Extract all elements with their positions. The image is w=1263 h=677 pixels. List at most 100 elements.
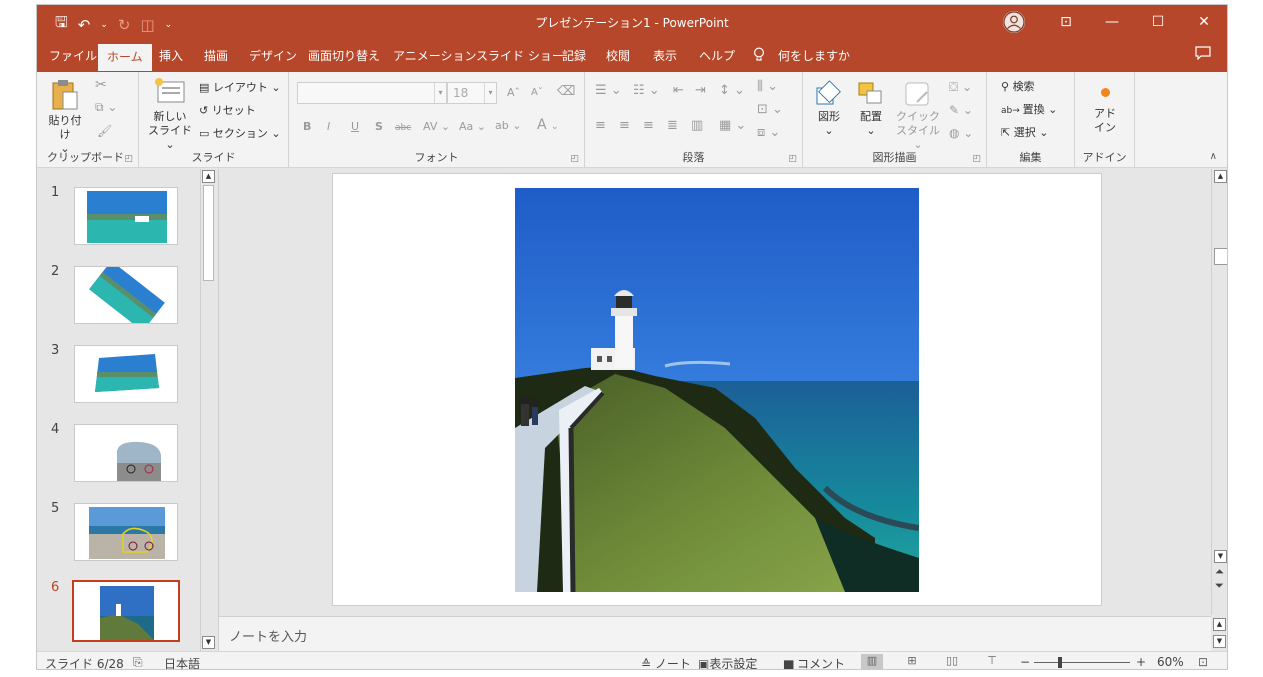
display-settings-button[interactable]: ▣表示設定 (698, 655, 757, 669)
tab-help[interactable]: ヘルプ (699, 47, 735, 64)
reading-view-icon[interactable]: ▯▯ (941, 654, 963, 669)
tab-animations[interactable]: アニメーション (393, 47, 477, 64)
font-color-button[interactable]: A ⌄ (537, 118, 559, 134)
tab-transitions[interactable]: 画面切り替え (308, 47, 380, 64)
cut-icon[interactable]: ✂ (95, 78, 107, 92)
slide-thumbnail[interactable]: 3 (37, 343, 219, 409)
numbering-icon[interactable]: ☷ ⌄ (633, 84, 660, 98)
bold-button[interactable]: B (303, 120, 311, 134)
accessibility-icon[interactable]: ⎘ (133, 655, 143, 669)
line-spacing-icon[interactable]: ↕ ⌄ (719, 84, 745, 98)
slide-thumbnail[interactable]: 5 (37, 501, 219, 567)
justify-icon[interactable]: ≣ (667, 119, 678, 133)
new-slide-button[interactable]: 新しい スライド ⌄ (145, 78, 195, 152)
scroll-up-icon[interactable]: ▲ (1214, 170, 1227, 183)
font-size-input[interactable]: 18 ▾ (447, 82, 497, 104)
scroll-down-icon[interactable]: ▼ (202, 636, 215, 649)
underline-button[interactable]: U (351, 120, 359, 134)
notes-button[interactable]: ≙ ノート (641, 655, 691, 669)
lightbulb-icon[interactable] (753, 47, 765, 65)
distributed-icon[interactable]: ▥ (691, 119, 703, 133)
italic-button[interactable]: I (327, 120, 330, 134)
shapes-button[interactable]: 図形 ⌄ (811, 80, 847, 138)
tab-design[interactable]: デザイン (249, 47, 297, 64)
undo-icon[interactable]: ↶ (78, 16, 91, 34)
find-button[interactable]: ⚲ 検索 (1001, 80, 1035, 94)
arrange-button[interactable]: 配置 ⌄ (853, 80, 889, 138)
undo-dropdown-icon[interactable]: ⌄ (100, 20, 108, 30)
slide-thumbnail[interactable]: 2 (37, 264, 219, 330)
dialog-launcher-icon[interactable]: ◰ (788, 154, 797, 164)
section-button[interactable]: ▭ セクション ⌄ (199, 127, 281, 141)
smartart-icon[interactable]: ⧈ ⌄ (757, 126, 780, 140)
reset-button[interactable]: ↺ リセット (199, 104, 256, 118)
tab-file[interactable]: ファイル (49, 47, 97, 64)
thumbnail-scrollbar[interactable]: ▲ ▼ (200, 169, 215, 651)
font-name-input[interactable]: ▾ (297, 82, 447, 104)
slide-counter[interactable]: スライド 6/28 (45, 655, 124, 669)
lighthouse-photo[interactable] (515, 188, 919, 592)
language-indicator[interactable]: 日本語 (164, 655, 200, 669)
shape-outline-icon[interactable]: ✎ ⌄ (949, 103, 973, 117)
ribbon-display-options-icon[interactable]: ⊡ (1043, 14, 1089, 30)
zoom-level[interactable]: 60% (1157, 655, 1184, 669)
tell-me-search[interactable]: 何をしますか (778, 47, 850, 64)
character-spacing-button[interactable]: AV ⌄ (423, 120, 450, 134)
copy-icon[interactable]: ⧉ ⌄ (95, 100, 117, 114)
tab-home[interactable]: ホーム (98, 44, 152, 71)
dialog-launcher-icon[interactable]: ◰ (570, 154, 579, 164)
align-left-icon[interactable]: ≡ (595, 119, 606, 133)
redo-icon[interactable]: ↻ (118, 16, 131, 34)
shape-effects-icon[interactable]: ◍ ⌄ (949, 126, 973, 140)
collapse-ribbon-icon[interactable]: ∧ (1210, 150, 1217, 164)
comments-pane-icon[interactable] (1195, 46, 1211, 64)
slide-thumbnail[interactable]: 4 (37, 422, 219, 488)
scrollbar-thumb[interactable] (203, 185, 214, 281)
scrollbar-thumb[interactable] (1214, 248, 1227, 265)
zoom-slider[interactable] (1034, 662, 1130, 663)
slide-thumbnail[interactable]: 1 (37, 185, 219, 251)
slide-sorter-icon[interactable]: ⊞ (901, 654, 923, 669)
align-center-icon[interactable]: ≡ (619, 119, 630, 133)
scroll-down-icon[interactable]: ▼ (1214, 550, 1227, 563)
scroll-down-icon[interactable]: ▼ (1213, 635, 1226, 648)
tab-record[interactable]: 記録 (562, 47, 586, 64)
fit-to-window-icon[interactable]: ⊡ (1198, 655, 1208, 669)
zoom-out-button[interactable]: − (1020, 655, 1030, 669)
normal-view-icon[interactable]: ▥ (861, 654, 883, 669)
comments-button[interactable]: ▆ コメント (784, 655, 845, 669)
shadow-button[interactable]: S (375, 120, 383, 134)
change-case-button[interactable]: Aa ⌄ (459, 120, 486, 134)
format-painter-icon[interactable]: 🖌 (97, 124, 112, 138)
zoom-slider-thumb[interactable] (1058, 657, 1062, 668)
bullets-icon[interactable]: ☰ ⌄ (595, 84, 622, 98)
chevron-down-icon[interactable]: ▾ (434, 83, 446, 103)
tab-review[interactable]: 校閲 (606, 47, 630, 64)
columns-icon[interactable]: ▦ ⌄ (719, 119, 746, 133)
quick-styles-button[interactable]: クイック スタイル ⌄ (895, 80, 941, 152)
close-button[interactable]: ✕ (1181, 14, 1227, 30)
start-from-beginning-icon[interactable]: ◫ (140, 16, 154, 34)
scroll-up-icon[interactable]: ▲ (202, 170, 215, 183)
slideshow-view-icon[interactable]: ⊤ (981, 654, 1003, 669)
save-icon[interactable]: 🖫 (55, 12, 68, 37)
previous-slide-icon[interactable]: ⏶ (1215, 565, 1224, 579)
dialog-launcher-icon[interactable]: ◰ (124, 154, 133, 164)
chevron-down-icon[interactable]: ▾ (484, 83, 496, 103)
layout-button[interactable]: ▤ レイアウト ⌄ (199, 81, 281, 95)
next-slide-icon[interactable]: ⏷ (1215, 579, 1224, 593)
zoom-in-button[interactable]: + (1136, 655, 1146, 669)
shrink-font-button[interactable]: Aˇ (531, 86, 543, 100)
scroll-up-icon[interactable]: ▲ (1213, 618, 1226, 631)
paste-button[interactable]: 貼り付け ⌄ (45, 78, 85, 156)
tab-draw[interactable]: 描画 (204, 47, 228, 64)
text-direction-icon[interactable]: ⫼ ⌄ (757, 80, 778, 94)
editor-scrollbar[interactable]: ▲ ▼ ⏶ ⏷ (1211, 169, 1227, 615)
slide-thumbnail-active[interactable]: 6 (37, 580, 219, 646)
maximize-button[interactable]: ☐ (1135, 14, 1181, 30)
grow-font-button[interactable]: Aˆ (507, 86, 520, 100)
select-button[interactable]: ⇱ 選択 ⌄ (1001, 126, 1048, 140)
customize-qat-icon[interactable]: ⌄ (165, 20, 173, 30)
dialog-launcher-icon[interactable]: ◰ (972, 154, 981, 164)
increase-indent-icon[interactable]: ⇥ (695, 84, 706, 98)
